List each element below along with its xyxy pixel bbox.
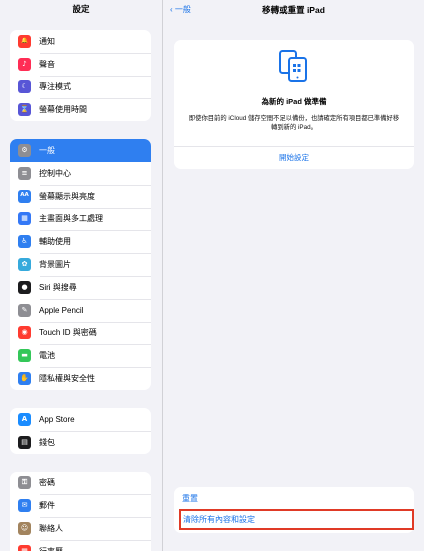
accessibility-icon: ♿ — [18, 235, 31, 249]
sidebar-title: 設定 — [72, 4, 90, 14]
settings-group-3: A App Store ▤ 錢包 — [10, 407, 151, 454]
main-panel: ‹ 一般 移轉或重置 iPad 為新的 iPad 做準備 即使你目前的 iClo… — [163, 0, 424, 551]
hourglass-icon: ⌛ — [18, 103, 31, 117]
get-started-link[interactable]: 開始設定 — [174, 152, 414, 163]
reset-button[interactable]: 重置 — [182, 493, 198, 504]
key-icon: ⚿ — [18, 476, 31, 490]
settings-group-2: ⚙ 一般 ≡ 控制中心 AA 螢幕顯示與亮度 ▦ 主畫面與多工處理 ♿ 輔助使用 ✿ 背景圖片 ● Sir… — [10, 139, 151, 390]
sidebar-item-label: 一般 — [39, 146, 55, 156]
wallpaper-icon: ✿ — [18, 258, 31, 272]
sidebar-item-label: Touch ID 與密碼 — [39, 328, 97, 338]
sidebar-item[interactable]: ✋ 隱私權與安全性 — [10, 367, 151, 390]
sidebar-item[interactable]: ⌛ 螢幕使用時間 — [10, 98, 151, 121]
sidebar-item[interactable]: A App Store — [10, 408, 151, 431]
sidebar-item-label: 控制中心 — [39, 168, 71, 178]
sidebar-item[interactable]: ✿ 背景圖片 — [10, 253, 151, 276]
app-store-icon: A — [18, 412, 31, 426]
sidebar: 設定 🔔 通知 ♪ 聲音 ☾ 專注模式 ⌛ 螢幕使用時間 ⚙ 一般 ≡ 控制中心 AA 螢幕顯示與亮度 ▦… — [0, 0, 163, 551]
sidebar-item-label: 背景圖片 — [39, 260, 71, 270]
sidebar-item[interactable]: ⚙ 一般 — [10, 139, 151, 162]
sidebar-item[interactable]: ◉ Touch ID 與密碼 — [10, 321, 151, 345]
siri-icon: ● — [18, 280, 31, 294]
contacts-icon: ☺ — [18, 522, 31, 536]
sidebar-item-label: 隱私權與安全性 — [39, 374, 95, 384]
fingerprint-icon: ◉ — [18, 326, 31, 340]
sidebar-item-label: 電池 — [39, 351, 55, 361]
nav-bar: ‹ 一般 移轉或重置 iPad — [163, 0, 424, 20]
switches-icon: ≡ — [18, 166, 31, 180]
wallet-icon: ▤ — [18, 435, 31, 449]
sidebar-item-label: 輔助使用 — [39, 237, 71, 247]
moon-icon: ☾ — [18, 80, 31, 94]
sidebar-item-label: 郵件 — [39, 501, 55, 511]
sidebar-item[interactable]: ✉ 郵件 — [10, 494, 151, 517]
speaker-icon: ♪ — [18, 57, 31, 71]
pencil-icon: ✎ — [18, 303, 31, 317]
home-grid-icon: ▦ — [18, 212, 31, 226]
sidebar-item[interactable]: 🔔 通知 — [10, 30, 151, 53]
sidebar-item-label: 螢幕顯示與亮度 — [39, 191, 95, 201]
sidebar-item[interactable]: ⚿ 密碼 — [10, 472, 151, 495]
hand-icon: ✋ — [18, 372, 31, 386]
sidebar-item-label: App Store — [39, 414, 75, 424]
prepare-card: 為新的 iPad 做準備 即使你目前的 iCloud 儲存空間不足以備份，也請確… — [174, 40, 414, 169]
settings-group-1: 🔔 通知 ♪ 聲音 ☾ 專注模式 ⌛ 螢幕使用時間 — [10, 30, 151, 122]
calendar-icon: ▦ — [18, 544, 31, 551]
erase-all-content-button[interactable]: 清除所有內容和設定 — [179, 509, 414, 530]
sidebar-item-label: 螢幕使用時間 — [39, 105, 87, 115]
prepare-description: 即使你目前的 iCloud 儲存空間不足以備份，也請確定所有項目都已準備好移轉到… — [188, 115, 400, 131]
sidebar-item[interactable]: ● Siri 與搜尋 — [10, 275, 151, 299]
sidebar-item-label: 專注模式 — [39, 82, 71, 92]
sidebar-item-label: 通知 — [39, 36, 55, 46]
prepare-heading: 為新的 iPad 做準備 — [261, 97, 327, 106]
sidebar-item-label: Apple Pencil — [39, 305, 84, 315]
sidebar-item-label: Siri 與搜尋 — [39, 282, 77, 292]
battery-icon: ▬ — [18, 349, 31, 363]
page-title: 移轉或重置 iPad — [262, 5, 325, 15]
sidebar-item-label: 聲音 — [39, 59, 55, 69]
reset-card: 重置 清除所有內容和設定 — [174, 487, 414, 533]
sidebar-item[interactable]: ☺ 聯絡人 — [10, 517, 151, 540]
sidebar-item[interactable]: ▤ 錢包 — [10, 430, 151, 454]
sidebar-item[interactable]: ≡ 控制中心 — [10, 162, 151, 185]
sidebar-item-label: 主畫面與多工處理 — [39, 214, 103, 224]
sidebar-item-label: 密碼 — [39, 478, 55, 488]
sidebar-item-label: 行事曆 — [39, 546, 63, 551]
mail-icon: ✉ — [18, 499, 31, 513]
sidebar-item[interactable]: ▬ 電池 — [10, 344, 151, 367]
sidebar-item[interactable]: ▦ 主畫面與多工處理 — [10, 207, 151, 231]
sidebar-item[interactable]: ☾ 專注模式 — [10, 75, 151, 99]
ipad-transfer-icon — [279, 50, 307, 82]
sidebar-item[interactable]: ♿ 輔助使用 — [10, 230, 151, 253]
sidebar-item-label: 錢包 — [39, 437, 55, 447]
sidebar-item[interactable]: ✎ Apple Pencil — [10, 298, 151, 322]
text-size-icon: AA — [18, 189, 31, 203]
sidebar-item-label: 聯絡人 — [39, 524, 63, 534]
sidebar-item[interactable]: ▦ 行事曆 — [10, 539, 151, 551]
gear-icon: ⚙ — [18, 144, 31, 158]
sidebar-item[interactable]: ♪ 聲音 — [10, 52, 151, 76]
settings-group-4: ⚿ 密碼 ✉ 郵件 ☺ 聯絡人 ▦ 行事曆 — [10, 471, 151, 551]
divider — [174, 146, 414, 147]
sidebar-item[interactable]: AA 螢幕顯示與亮度 — [10, 184, 151, 208]
bell-icon: 🔔 — [18, 34, 31, 48]
